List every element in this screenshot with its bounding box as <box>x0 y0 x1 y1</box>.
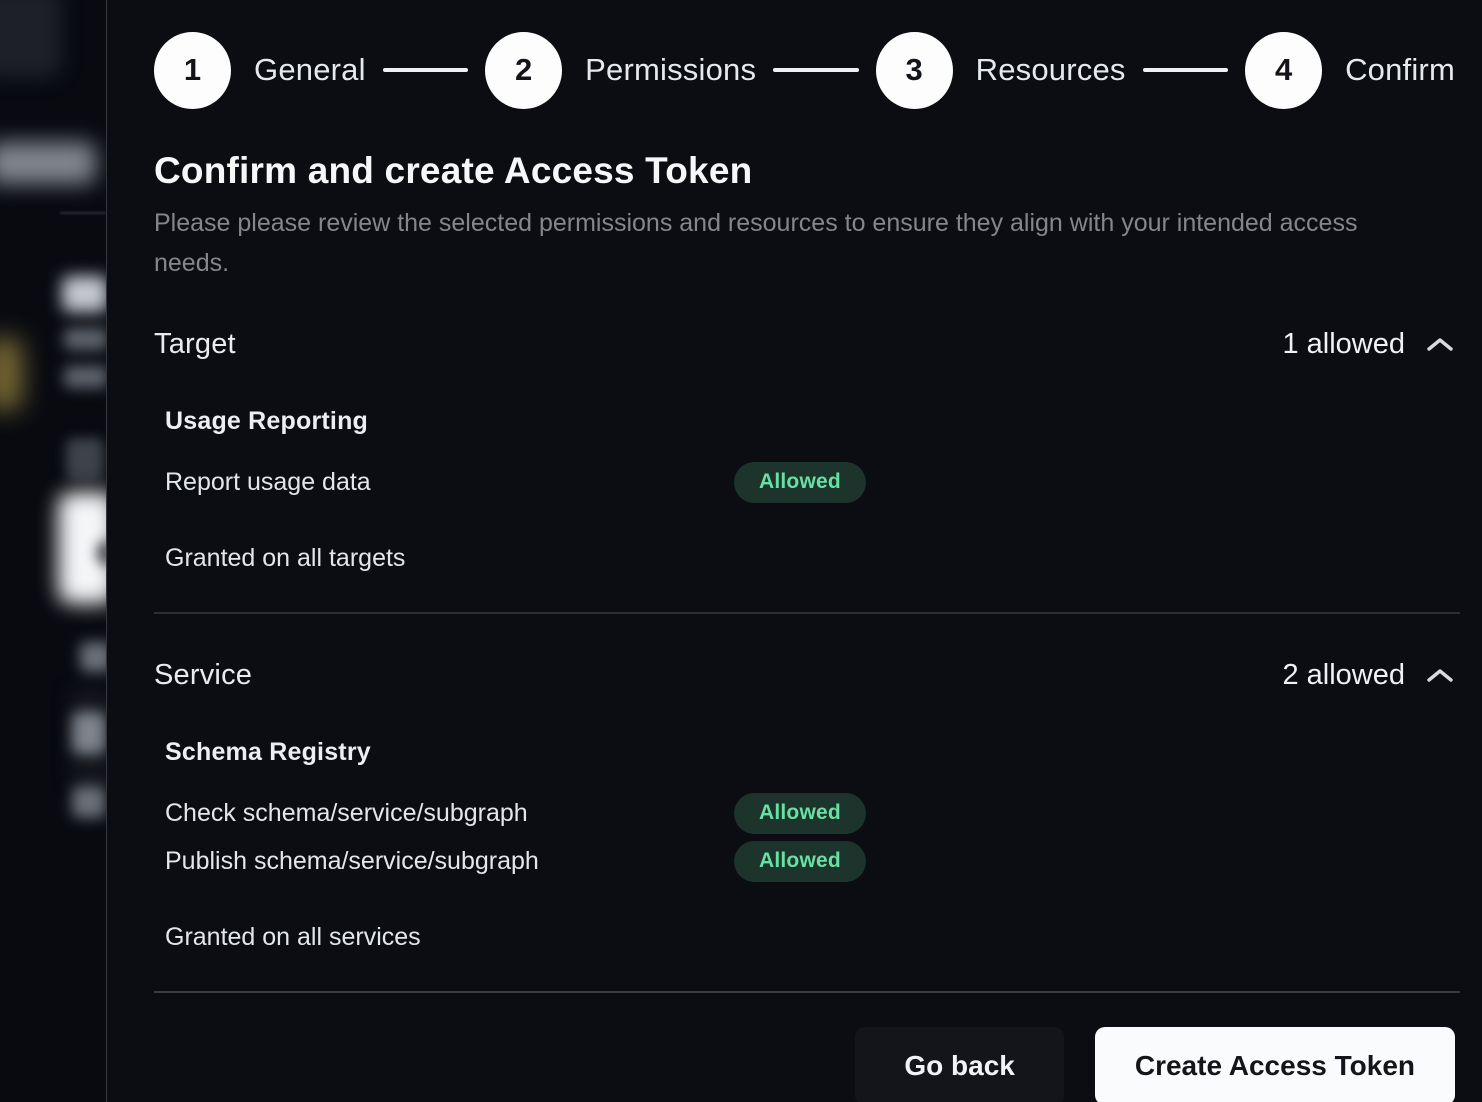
group-title: Usage Reporting <box>165 407 1455 436</box>
step-confirm[interactable]: 4 Confirm <box>1245 32 1455 109</box>
blurred-yellow-element <box>0 338 22 410</box>
group-title: Schema Registry <box>165 738 1455 767</box>
blurred-list-item <box>72 712 106 754</box>
create-access-token-button[interactable]: Create Access Token <box>1095 1027 1455 1102</box>
create-access-token-modal: 1 General 2 Permissions 3 Resources 4 Co… <box>106 0 1482 1102</box>
step-label: Permissions <box>585 52 756 88</box>
page-title: Confirm and create Access Token <box>154 150 1455 192</box>
blurred-text-line <box>64 328 106 350</box>
status-badge: Allowed <box>734 462 866 503</box>
modal-footer: Go back Create Access Token <box>154 1027 1455 1102</box>
blurred-section-label <box>0 142 96 184</box>
permission-label: Check schema/service/subgraph <box>165 799 734 828</box>
permission-row: Check schema/service/subgraph Allowed <box>165 793 1455 833</box>
go-back-button[interactable]: Go back <box>855 1027 1063 1102</box>
section-summary-area: 1 allowed <box>1282 328 1455 361</box>
section-header-service[interactable]: Service 2 allowed <box>154 659 1455 692</box>
blurred-list-item <box>80 642 106 672</box>
granted-note: Granted on all services <box>165 923 1455 952</box>
screen: 1 General 2 Permissions 3 Resources 4 Co… <box>0 0 1482 1102</box>
permission-group-schema-registry: Schema Registry Check schema/service/sub… <box>165 738 1455 881</box>
step-number-circle: 3 <box>876 32 953 109</box>
step-number-circle: 2 <box>485 32 562 109</box>
footer-divider <box>154 991 1460 993</box>
permission-label: Report usage data <box>165 468 734 497</box>
step-number-circle: 1 <box>154 32 231 109</box>
permission-label: Publish schema/service/subgraph <box>165 847 734 876</box>
permission-group-usage-reporting: Usage Reporting Report usage data Allowe… <box>165 407 1455 502</box>
section-title: Service <box>154 659 252 692</box>
blurred-divider <box>60 212 106 214</box>
allowed-count: 1 allowed <box>1282 328 1405 361</box>
step-permissions[interactable]: 2 Permissions <box>485 32 756 109</box>
step-resources[interactable]: 3 Resources <box>876 32 1126 109</box>
step-connector-line <box>1143 68 1228 72</box>
permission-rows: Report usage data Allowed <box>165 462 1455 502</box>
stepper: 1 General 2 Permissions 3 Resources 4 Co… <box>154 31 1455 109</box>
chevron-up-icon[interactable] <box>1425 666 1455 686</box>
blurred-sidebar-background <box>0 0 106 1102</box>
granted-note: Granted on all targets <box>165 544 1455 573</box>
section-divider <box>154 612 1460 614</box>
step-label: Confirm <box>1345 52 1455 88</box>
status-badge: Allowed <box>734 793 866 834</box>
blurred-heading-text <box>62 276 106 312</box>
blurred-list-item <box>72 786 106 818</box>
blurred-logo-box <box>0 0 62 78</box>
section-title: Target <box>154 328 236 361</box>
permission-row: Report usage data Allowed <box>165 462 1455 502</box>
step-connector-line <box>383 68 468 72</box>
permission-rows: Check schema/service/subgraph Allowed Pu… <box>165 793 1455 881</box>
blurred-text-line <box>64 366 106 388</box>
step-general[interactable]: 1 General <box>154 32 366 109</box>
permission-row: Publish schema/service/subgraph Allowed <box>165 841 1455 881</box>
step-connector-line <box>773 68 858 72</box>
section-summary-area: 2 allowed <box>1282 659 1455 692</box>
step-label: Resources <box>976 52 1126 88</box>
page-subtitle: Please please review the selected permis… <box>154 203 1389 283</box>
status-badge: Allowed <box>734 841 866 882</box>
section-header-target[interactable]: Target 1 allowed <box>154 328 1455 361</box>
allowed-count: 2 allowed <box>1282 659 1405 692</box>
chevron-up-icon[interactable] <box>1425 335 1455 355</box>
blurred-icon-tile <box>66 438 104 480</box>
step-number-circle: 4 <box>1245 32 1322 109</box>
step-label: General <box>254 52 366 88</box>
